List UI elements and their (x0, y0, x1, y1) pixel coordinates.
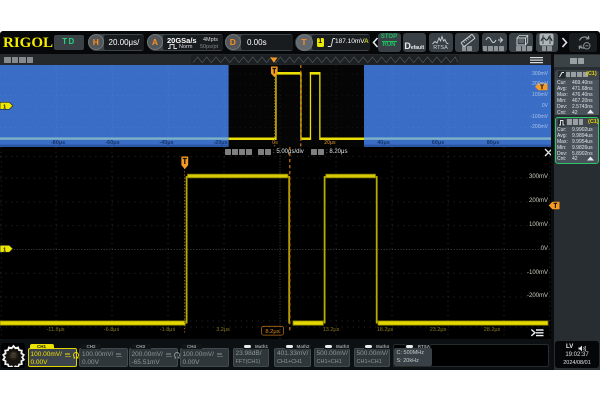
svg-text:8.2μs: 8.2μs (265, 329, 279, 335)
